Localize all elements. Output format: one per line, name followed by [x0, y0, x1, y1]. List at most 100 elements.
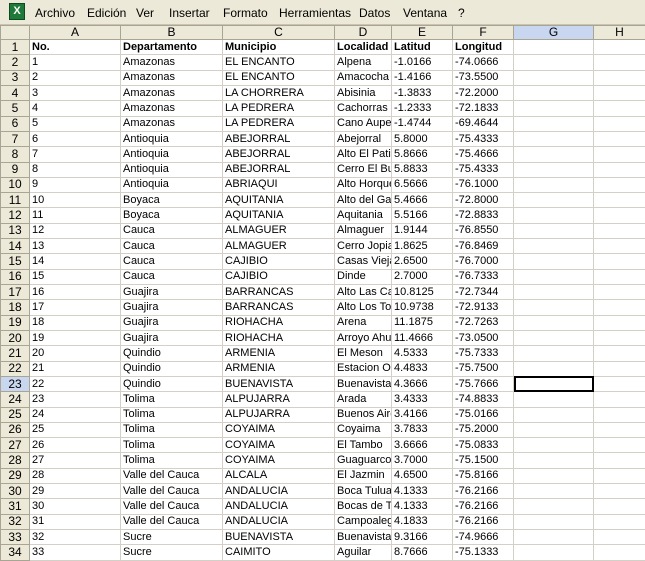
column-header-h[interactable]: H [593, 25, 645, 40]
cell[interactable]: 3.7000 [391, 452, 453, 469]
cell[interactable] [513, 421, 594, 439]
menu-edicion[interactable]: Edición [87, 5, 126, 21]
cell[interactable] [593, 146, 645, 163]
row-header[interactable]: 31 [0, 498, 30, 515]
cell[interactable]: ABEJORRAL [222, 146, 335, 163]
cell[interactable]: ANDALUCIA [222, 483, 335, 500]
cell[interactable]: Coyaima [334, 421, 392, 439]
column-header-c[interactable]: C [222, 25, 335, 40]
cell[interactable]: Alpena [334, 54, 392, 71]
cell[interactable]: CAJIBIO [222, 253, 335, 270]
cell[interactable]: 27 [29, 452, 121, 469]
cell[interactable] [593, 421, 645, 439]
row-header[interactable]: 20 [0, 329, 30, 347]
cell[interactable]: Boca Tulua [334, 483, 392, 500]
cell[interactable]: -75.4333 [452, 130, 514, 148]
cell[interactable]: -73.5500 [452, 69, 514, 86]
cell[interactable]: Abejorral [334, 130, 392, 148]
cell[interactable]: 3.4333 [391, 391, 453, 408]
cell[interactable]: 5 [29, 115, 121, 132]
cell[interactable]: Arroyo Ahumada [334, 329, 392, 347]
cell[interactable]: -76.7000 [452, 253, 514, 270]
cell[interactable]: -72.7344 [452, 283, 514, 301]
cell[interactable]: 6 [29, 130, 121, 148]
cell[interactable]: -1.2333 [391, 100, 453, 117]
cell[interactable]: 3 [29, 84, 121, 102]
cell[interactable] [593, 38, 645, 56]
cell[interactable] [513, 391, 594, 408]
cell[interactable]: Cano Aupe [334, 115, 392, 132]
cell[interactable]: Amazonas [120, 54, 223, 71]
cell[interactable]: Antioquia [120, 146, 223, 163]
row-header[interactable]: 16 [0, 268, 30, 286]
row-header[interactable]: 11 [0, 192, 30, 209]
row-header[interactable]: 26 [0, 421, 30, 439]
column-header-a[interactable]: A [29, 25, 121, 40]
column-header-e[interactable]: E [391, 25, 453, 40]
cell[interactable] [593, 498, 645, 515]
cell[interactable] [593, 452, 645, 469]
row-header[interactable]: 4 [0, 84, 30, 102]
cell[interactable]: 12 [29, 222, 121, 240]
cell[interactable] [513, 452, 594, 469]
cell[interactable] [513, 283, 594, 301]
cell[interactable]: 25 [29, 421, 121, 439]
cell[interactable]: ALMAGUER [222, 222, 335, 240]
row-header[interactable]: 3 [0, 69, 30, 86]
cell[interactable]: ARMENIA [222, 345, 335, 362]
cell[interactable]: 10.8125 [391, 283, 453, 301]
row-header[interactable]: 17 [0, 283, 30, 301]
cell[interactable]: Latitud [391, 38, 453, 56]
cell[interactable]: Cauca [120, 222, 223, 240]
cell[interactable]: -1.0166 [391, 54, 453, 71]
cell[interactable] [513, 192, 594, 209]
cell[interactable]: -72.8833 [452, 207, 514, 224]
cell[interactable]: Amazonas [120, 84, 223, 102]
cell[interactable]: Guajira [120, 299, 223, 316]
cell[interactable]: Amacocha [334, 69, 392, 86]
cell[interactable] [593, 345, 645, 362]
column-header-g[interactable]: G [513, 25, 594, 40]
cell[interactable]: 5.8666 [391, 146, 453, 163]
cell[interactable]: -72.9133 [452, 299, 514, 316]
menu-help[interactable]: ? [458, 5, 465, 21]
excel-icon[interactable]: X [9, 3, 25, 20]
cell[interactable]: RIOHACHA [222, 314, 335, 331]
cell[interactable]: Dinde [334, 268, 392, 286]
cell[interactable]: -75.0833 [452, 437, 514, 454]
cell[interactable]: 23 [29, 391, 121, 408]
cell[interactable]: -72.7263 [452, 314, 514, 331]
cell[interactable]: 3.4166 [391, 406, 453, 423]
cell[interactable] [513, 115, 594, 132]
cell[interactable]: 10.9738 [391, 299, 453, 316]
row-header[interactable]: 23 [0, 375, 30, 393]
cell[interactable] [593, 528, 645, 546]
cell[interactable]: -76.7333 [452, 268, 514, 286]
cell[interactable]: Buenos Aires [334, 406, 392, 423]
column-header-d[interactable]: D [334, 25, 392, 40]
cell[interactable]: Tolima [120, 391, 223, 408]
cell[interactable]: Guajira [120, 283, 223, 301]
cell[interactable]: Amazonas [120, 115, 223, 132]
cell[interactable]: Cauca [120, 253, 223, 270]
cell[interactable]: Cachorras [334, 100, 392, 117]
cell[interactable]: 15 [29, 268, 121, 286]
cell[interactable]: BARRANCAS [222, 299, 335, 316]
cell[interactable] [513, 38, 594, 56]
cell[interactable]: 5.4666 [391, 192, 453, 209]
cell[interactable] [513, 222, 594, 240]
row-header[interactable]: 10 [0, 176, 30, 194]
row-header[interactable]: 1 [0, 38, 30, 56]
cell[interactable]: No. [29, 38, 121, 56]
active-cell[interactable] [513, 375, 594, 393]
cell[interactable] [593, 192, 645, 209]
cell[interactable]: Alto Los Tocos [334, 299, 392, 316]
cell[interactable]: Boyaca [120, 192, 223, 209]
cell[interactable]: Antioquia [120, 161, 223, 178]
cell[interactable]: -75.4666 [452, 146, 514, 163]
cell[interactable] [513, 238, 594, 255]
cell[interactable]: COYAIMA [222, 452, 335, 469]
row-header[interactable]: 5 [0, 100, 30, 117]
cell[interactable]: -74.9666 [452, 528, 514, 546]
cell[interactable]: Tolima [120, 421, 223, 439]
